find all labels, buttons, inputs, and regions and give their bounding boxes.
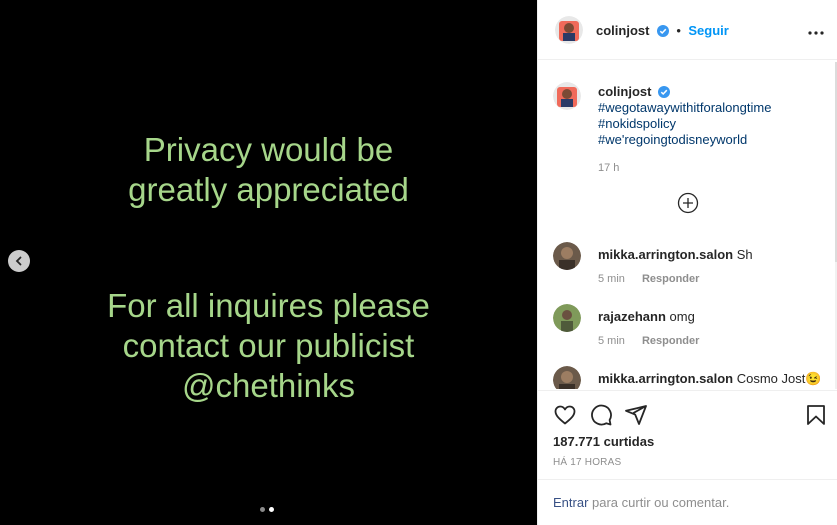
save-button[interactable] (804, 403, 828, 432)
previous-slide-button[interactable] (8, 250, 30, 272)
avatar[interactable] (555, 16, 583, 44)
header-user: colinjost • Seguir (596, 22, 729, 40)
comment-item: mikka.arrington.salon Sh 5 min Responder (553, 242, 823, 292)
caption-username[interactable]: colinjost (598, 84, 651, 99)
load-more-comments-button[interactable] (677, 192, 699, 219)
carousel-dot (260, 507, 265, 512)
comment-body: Cosmo Jost😉 (736, 371, 822, 386)
heart-icon (554, 405, 576, 425)
share-icon (625, 405, 647, 425)
comment-item: rajazehann omg 5 min Responder (553, 304, 823, 354)
comment-time: 5 min (598, 273, 625, 285)
avatar-image (553, 82, 581, 110)
share-button[interactable] (624, 403, 648, 432)
verified-icon (656, 25, 669, 37)
media-text-inquiries: For all inquires please contact our publ… (107, 287, 430, 404)
caption-body: colinjost #wegotawaywithitforalongtime #… (598, 84, 818, 176)
header-username[interactable]: colinjost (596, 23, 649, 38)
post-media: Privacy would be greatly appreciated For… (0, 0, 537, 525)
comment-button[interactable] (589, 403, 613, 432)
post-header: colinjost • Seguir (538, 0, 837, 60)
comments-list[interactable]: colinjost #wegotawaywithitforalongtime #… (538, 62, 837, 389)
chevron-left-icon (15, 256, 22, 266)
comment-username[interactable]: mikka.arrington.salon (598, 247, 733, 262)
post-panel: colinjost • Seguir colinjost #wegotawayw… (537, 0, 837, 525)
avatar-image (553, 242, 581, 270)
comment-avatar[interactable] (553, 304, 581, 332)
more-icon (808, 31, 824, 35)
avatar-image (553, 366, 581, 389)
caption-avatar[interactable] (553, 82, 581, 110)
login-link[interactable]: Entrar (553, 495, 588, 510)
carousel-dot-active (269, 507, 274, 512)
comment-avatar[interactable] (553, 242, 581, 270)
separator: • (676, 23, 681, 38)
comment-text: mikka.arrington.salon Sh (598, 247, 753, 262)
post-date: HÁ 17 HORAS (553, 457, 622, 468)
comment-username[interactable]: mikka.arrington.salon (598, 371, 733, 386)
post-actions: 187.771 curtidas HÁ 17 HORAS Entrar para… (538, 390, 837, 525)
login-prompt-text: Entrar para curtir ou comentar. (553, 495, 729, 510)
caption-time: 17 h (598, 162, 620, 174)
comment-icon (591, 404, 612, 426)
avatar-image (555, 16, 583, 44)
comment-meta: 5 min Responder (598, 335, 713, 347)
reply-button[interactable]: Responder (642, 335, 699, 347)
comment-time: 5 min (598, 335, 625, 347)
like-button[interactable] (553, 403, 577, 432)
reply-button[interactable]: Responder (642, 273, 699, 285)
comment-meta: 5 min Responder (598, 273, 713, 285)
comment-username[interactable]: rajazehann (598, 309, 666, 324)
bookmark-icon (807, 405, 825, 425)
plus-circle-icon (677, 192, 699, 214)
verified-icon (658, 86, 671, 98)
hashtag-link[interactable]: #wegotawaywithitforalongtime (598, 100, 818, 116)
login-text: para curtir ou comentar. (588, 495, 730, 510)
avatar-image (553, 304, 581, 332)
comment-text: rajazehann omg (598, 309, 695, 324)
comment-text: mikka.arrington.salon Cosmo Jost😉 (598, 371, 822, 387)
login-prompt: Entrar para curtir ou comentar. (538, 479, 837, 525)
hashtag-link[interactable]: #we'regoingtodisneyworld (598, 132, 818, 148)
comment-avatar[interactable] (553, 366, 581, 389)
more-options-button[interactable] (808, 22, 824, 40)
comment-body: Sh (736, 247, 753, 262)
likes-count[interactable]: 187.771 curtidas (553, 434, 654, 449)
hashtag-link[interactable]: #nokidspolicy (598, 116, 818, 132)
comment-item: mikka.arrington.salon Cosmo Jost😉 (553, 366, 823, 389)
media-text-privacy: Privacy would be greatly appreciated (128, 131, 409, 208)
follow-button[interactable]: Seguir (688, 23, 728, 38)
comment-body: omg (669, 309, 695, 324)
carousel-indicator (260, 507, 274, 512)
